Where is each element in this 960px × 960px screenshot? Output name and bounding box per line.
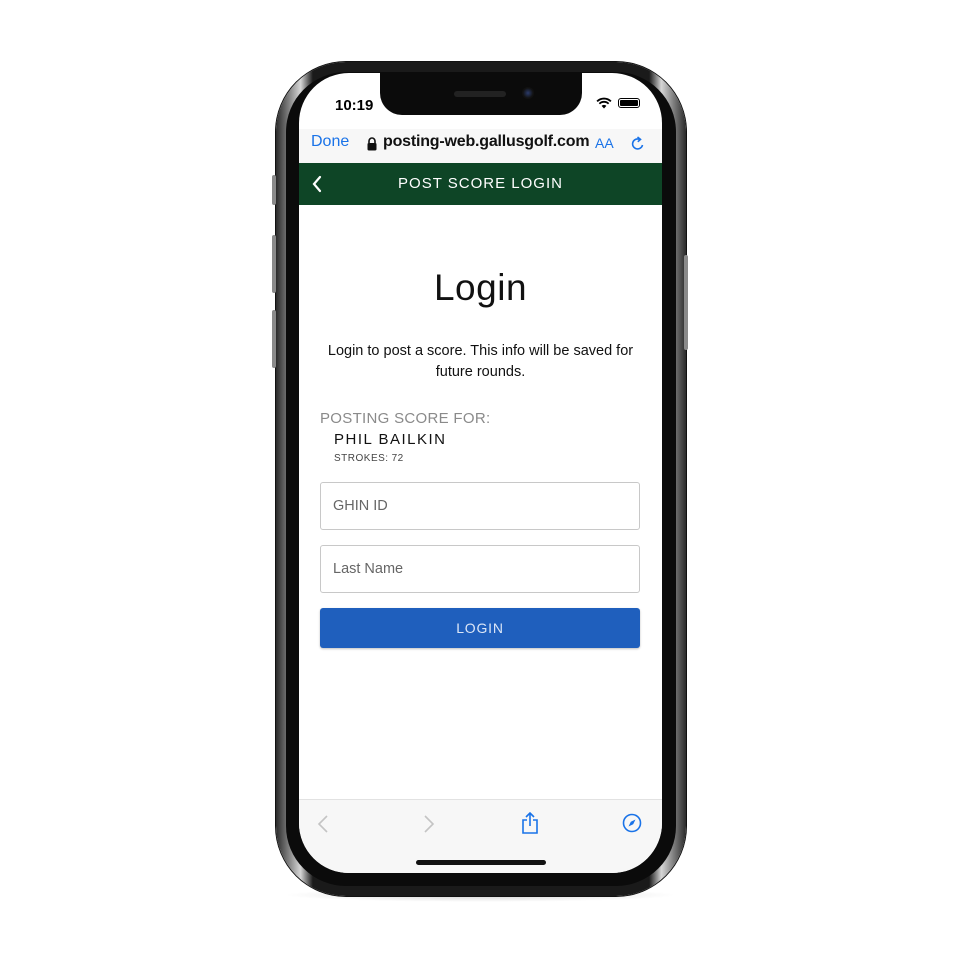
- mute-switch: [272, 175, 276, 205]
- volume-up-button: [272, 235, 276, 293]
- earpiece-speaker: [454, 91, 506, 97]
- status-icons: [596, 97, 640, 109]
- battery-icon: [618, 98, 640, 108]
- wifi-icon: [596, 97, 612, 109]
- strokes-info: STROKES: 72: [334, 453, 404, 464]
- compass-icon[interactable]: [622, 813, 642, 833]
- front-camera: [522, 87, 534, 99]
- power-button: [684, 255, 688, 350]
- url-text[interactable]: posting-web.gallusgolf.com: [383, 133, 590, 151]
- posting-score-label: POSTING SCORE FOR:: [320, 410, 491, 427]
- last-name-input[interactable]: [321, 546, 639, 592]
- last-name-field: [320, 545, 640, 593]
- share-icon[interactable]: [521, 812, 539, 834]
- done-button[interactable]: Done: [311, 133, 349, 151]
- lock-icon: [367, 137, 377, 151]
- ghin-id-input[interactable]: [321, 483, 639, 529]
- browser-address-bar: Done posting-web.gallusgolf.com AA: [299, 129, 662, 163]
- text-size-button[interactable]: AA: [595, 135, 614, 151]
- strokes-label: STROKES:: [334, 453, 389, 464]
- forward-arrow-icon[interactable]: [423, 814, 435, 834]
- home-indicator: [416, 860, 546, 865]
- volume-down-button: [272, 310, 276, 368]
- strokes-value: 72: [391, 453, 404, 464]
- reload-icon[interactable]: [630, 136, 646, 152]
- phone-screen: 10:19 Done posting-web.gallusgolf.com AA…: [299, 73, 662, 873]
- golfer-name: PHIL BAILKIN: [334, 431, 447, 448]
- notch: [380, 73, 582, 115]
- app-header: POST SCORE LOGIN: [299, 163, 662, 205]
- login-button[interactable]: LOGIN: [320, 608, 640, 648]
- status-time: 10:19: [335, 97, 374, 114]
- header-title: POST SCORE LOGIN: [398, 175, 563, 192]
- page-title: Login: [433, 267, 528, 308]
- ghin-id-field: [320, 482, 640, 530]
- intro-text: Login to post a score. This info will be…: [327, 343, 634, 380]
- back-arrow-icon[interactable]: [317, 814, 329, 834]
